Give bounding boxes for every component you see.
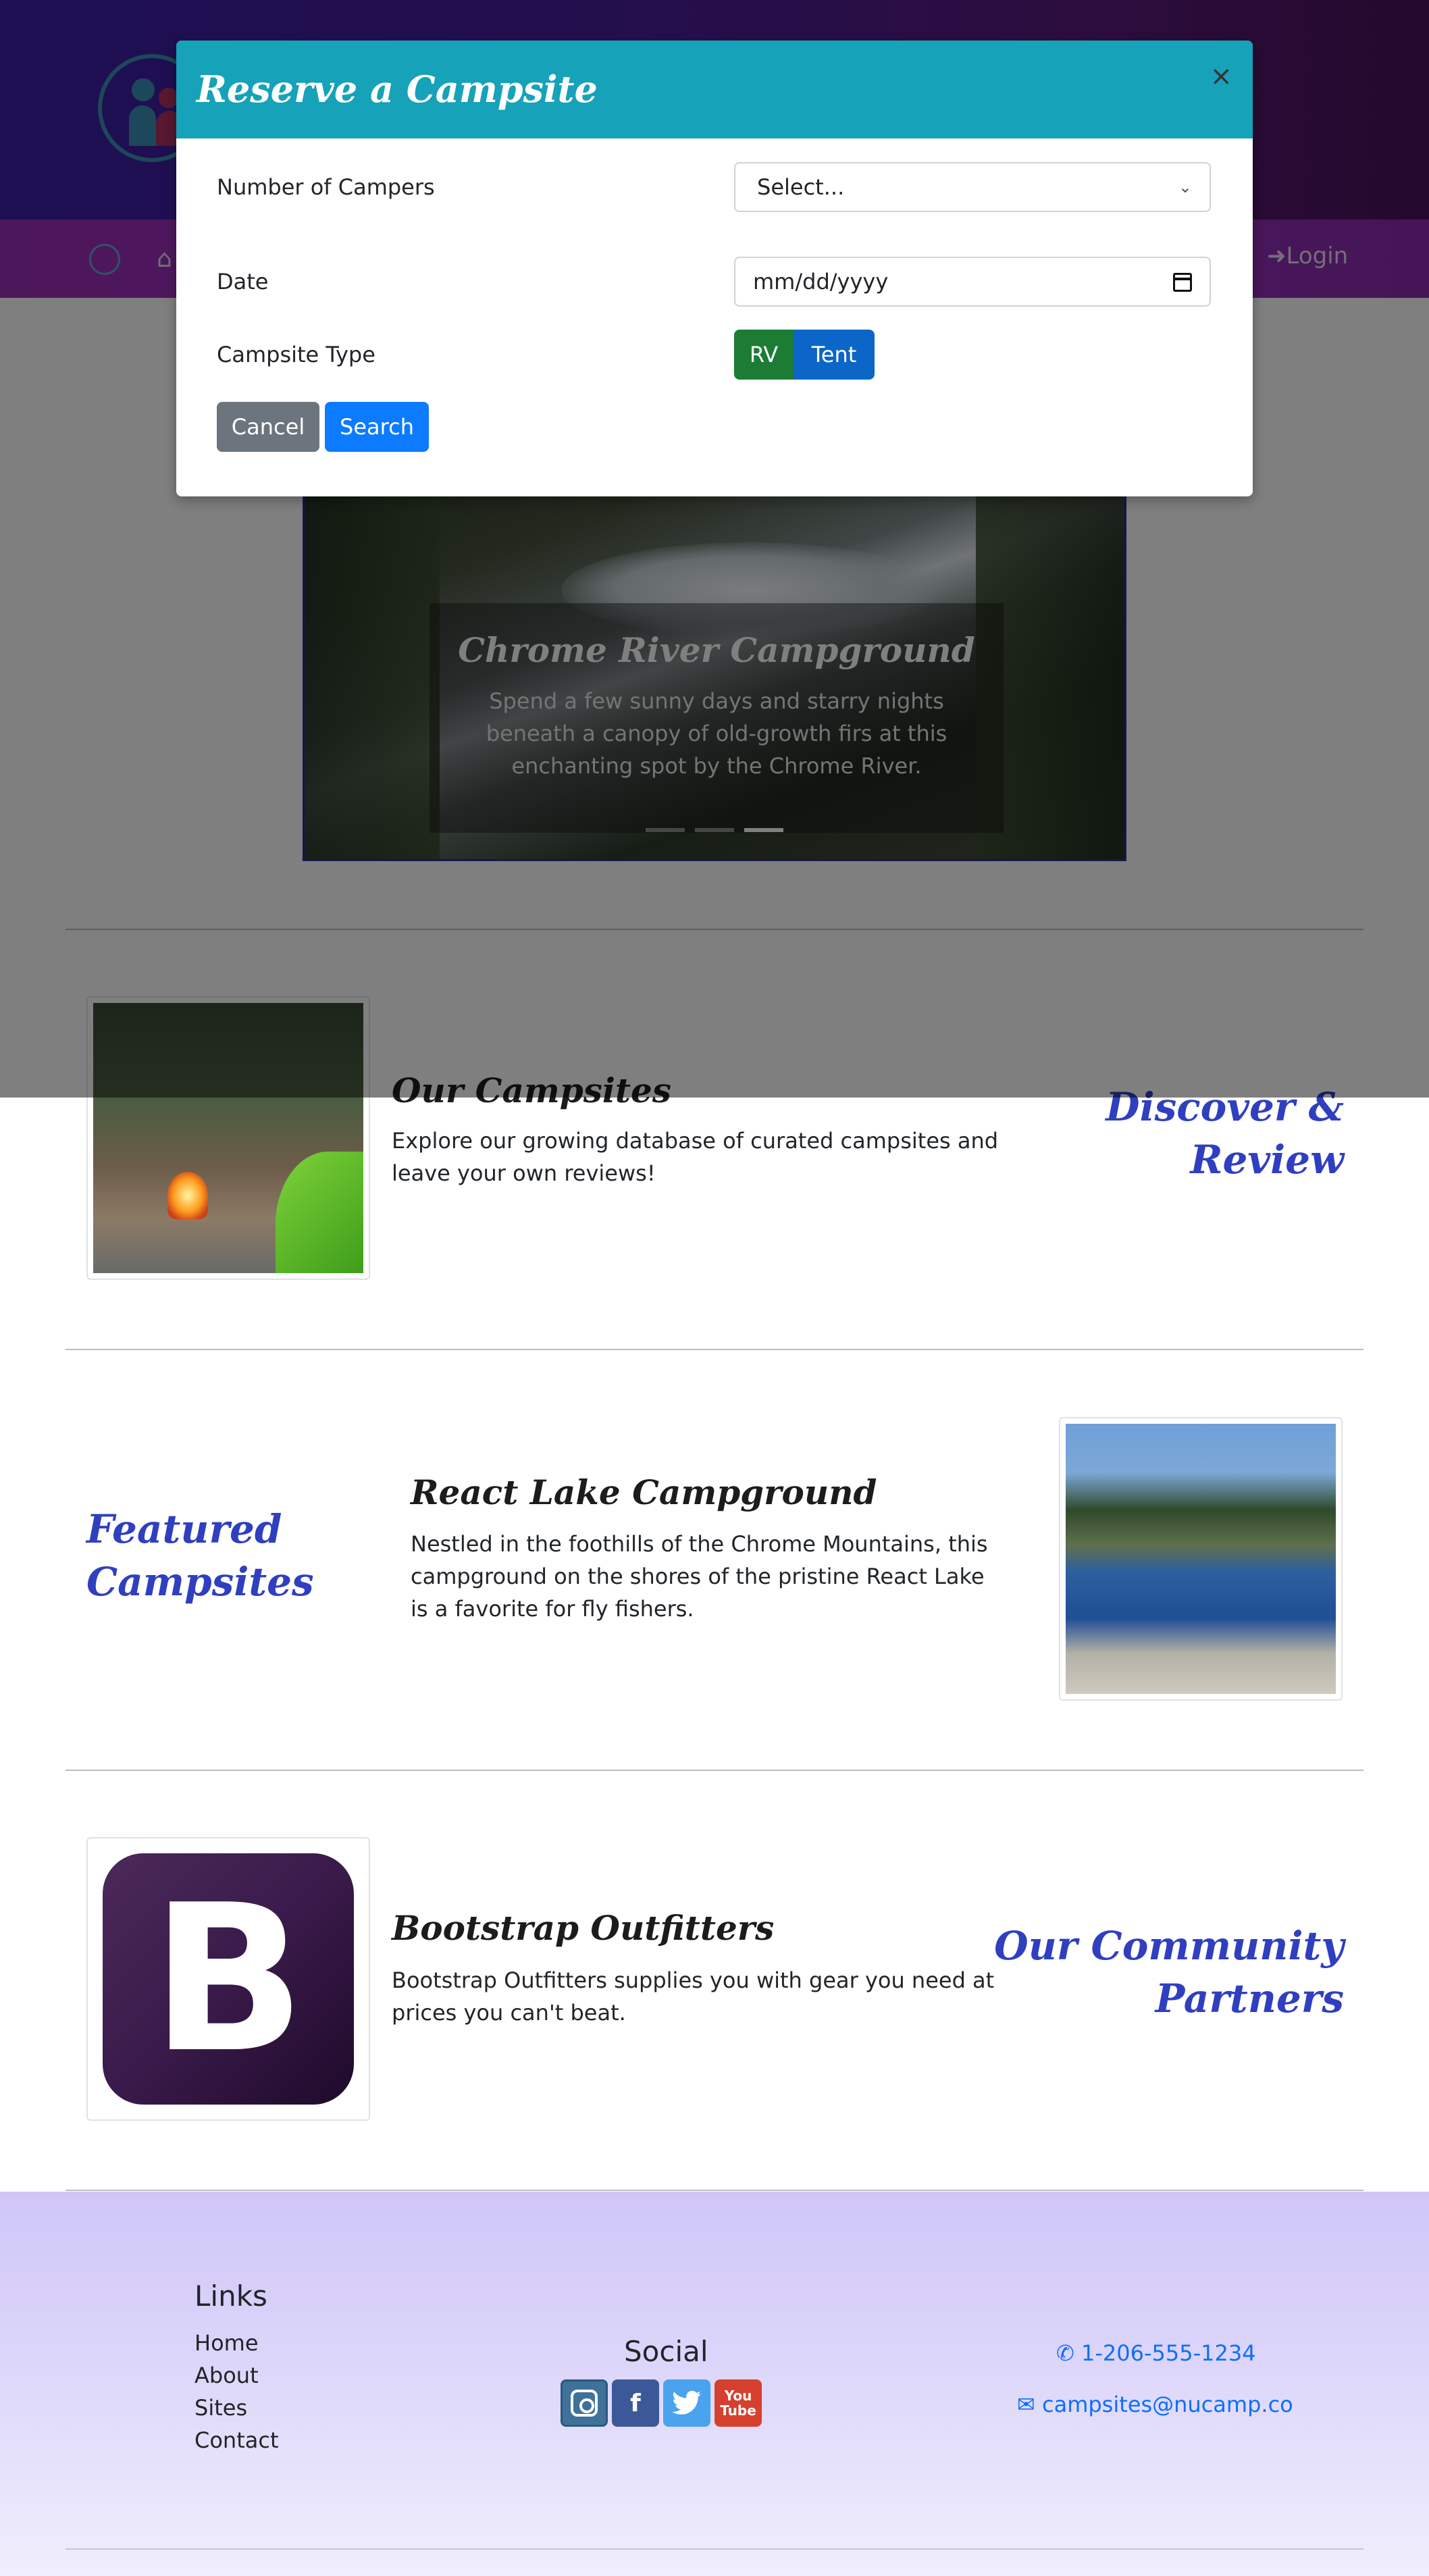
- campsite-type-label: Campsite Type: [217, 342, 375, 367]
- cancel-button[interactable]: Cancel: [217, 402, 319, 452]
- modal-title: Reserve a Campsite: [197, 68, 598, 111]
- email-address: campsites@nucamp.co: [1041, 2392, 1293, 2417]
- campers-select-value: Select...: [757, 174, 845, 200]
- phone-icon: ✆: [1056, 2340, 1081, 2366]
- chevron-down-icon: ⌄: [1178, 178, 1192, 197]
- featured-heading: Featured Campsites: [86, 1503, 357, 1608]
- partners-title: Bootstrap Outfitters: [392, 1908, 775, 1948]
- section-divider: [66, 2190, 1363, 2191]
- campsite-type-toggle: RV Tent: [734, 330, 875, 380]
- date-placeholder: mm/dd/yyyy: [753, 269, 889, 294]
- twitter-icon[interactable]: [663, 2379, 710, 2427]
- phone-number: 1-206-555-1234: [1081, 2340, 1256, 2366]
- footer: Links Home About Sites Contact Social f …: [0, 2192, 1429, 2576]
- youtube-icon[interactable]: You Tube: [714, 2379, 762, 2427]
- youtube-glyph: You Tube: [720, 2388, 756, 2419]
- partners-heading: Our Community Partners: [972, 1920, 1344, 2025]
- email-link[interactable]: ✉ campsites@nucamp.co: [1017, 2392, 1293, 2417]
- bootstrap-logo-icon: B: [103, 1853, 354, 2105]
- heading-line: Our Community: [994, 1923, 1344, 1969]
- close-icon[interactable]: ×: [1210, 61, 1232, 92]
- date-label: Date: [217, 269, 269, 294]
- react-lake-image: [1059, 1417, 1343, 1701]
- social-title: Social: [624, 2335, 708, 2368]
- section-divider: [66, 1770, 1363, 1771]
- tent-button[interactable]: Tent: [794, 330, 875, 380]
- featured-title: React Lake Campground: [411, 1472, 877, 1512]
- campers-select[interactable]: Select... ⌄: [734, 162, 1211, 212]
- bootstrap-logo-letter: B: [151, 1861, 306, 2097]
- reserve-campsite-modal: Reserve a Campsite × Number of Campers S…: [176, 41, 1253, 496]
- footer-link-sites[interactable]: Sites: [194, 2395, 247, 2421]
- date-input[interactable]: mm/dd/yyyy: [734, 257, 1211, 307]
- facebook-icon[interactable]: f: [612, 2379, 659, 2427]
- facebook-glyph: f: [630, 2389, 641, 2417]
- heading-line: Review: [1190, 1137, 1344, 1183]
- footer-link-home[interactable]: Home: [194, 2330, 259, 2356]
- campers-label: Number of Campers: [217, 174, 435, 200]
- twitter-bird-glyph: [672, 2390, 701, 2415]
- partner-logo-image: B: [86, 1837, 370, 2121]
- calendar-icon[interactable]: [1173, 273, 1192, 292]
- footer-link-contact[interactable]: Contact: [194, 2427, 279, 2453]
- section-divider: [66, 1349, 1363, 1350]
- heading-line: Featured: [86, 1506, 282, 1552]
- heading-line: Partners: [1155, 1976, 1344, 2021]
- modal-header: Reserve a Campsite ×: [176, 41, 1253, 138]
- search-button[interactable]: Search: [325, 402, 429, 452]
- campsites-text: Explore our growing database of curated …: [392, 1128, 999, 1186]
- partners-text: Bootstrap Outfitters supplies you with g…: [392, 1967, 995, 2026]
- footer-links-title: Links: [194, 2279, 267, 2313]
- phone-link[interactable]: ✆ 1-206-555-1234: [1056, 2340, 1256, 2366]
- footer-divider: [66, 2548, 1363, 2550]
- heading-line: Campsites: [86, 1559, 314, 1605]
- envelope-icon: ✉: [1017, 2392, 1042, 2417]
- rv-button[interactable]: RV: [734, 330, 794, 380]
- instagram-icon[interactable]: [561, 2379, 608, 2427]
- footer-link-about[interactable]: About: [194, 2363, 259, 2388]
- featured-text: Nestled in the foothills of the Chrome M…: [411, 1531, 988, 1622]
